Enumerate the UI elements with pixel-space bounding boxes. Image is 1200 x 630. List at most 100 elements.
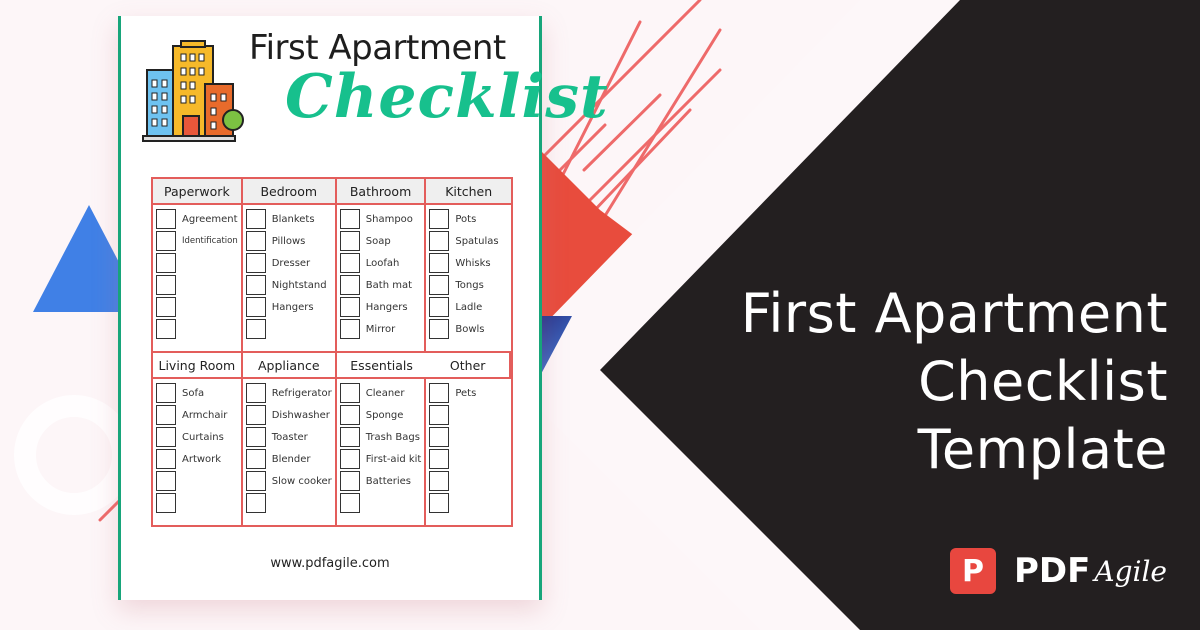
item-label: Sponge <box>365 409 404 421</box>
checkbox[interactable] <box>156 231 176 251</box>
section-items: Shampoo Soap Loofah Bath mat Hangers Mirror <box>337 205 427 351</box>
checkbox[interactable] <box>429 275 450 295</box>
checklist-item: Toaster <box>245 426 332 448</box>
checkbox[interactable] <box>429 319 450 339</box>
item-label: Mirror <box>365 323 396 335</box>
checklist-item: Refrigerator <box>245 382 332 404</box>
checkbox[interactable] <box>339 493 360 513</box>
checklist-item: Pots <box>429 208 508 230</box>
checkbox[interactable] <box>339 275 360 295</box>
checklist-item <box>429 426 508 448</box>
checkbox[interactable] <box>156 493 176 513</box>
checklist-item: Blankets <box>245 208 332 230</box>
item-label: Whisks <box>455 257 491 269</box>
checkbox[interactable] <box>339 405 360 425</box>
section-items: Pets <box>426 379 511 525</box>
checklist-item: Blender <box>245 448 332 470</box>
checkbox[interactable] <box>245 297 266 317</box>
item-label: Blender <box>271 453 311 465</box>
checkbox[interactable] <box>156 427 176 447</box>
brand-logo[interactable]: P PDF Agile <box>950 548 1167 594</box>
checklist-item <box>156 252 238 274</box>
checkbox[interactable] <box>429 253 450 273</box>
section-heading: Paperwork <box>153 179 243 205</box>
pdfagile-logo-icon: P <box>950 548 996 594</box>
checkbox[interactable] <box>245 427 266 447</box>
checklist-item: Agreement <box>156 208 238 230</box>
checklist-item: Soap <box>339 230 422 252</box>
item-label: Pillows <box>271 235 306 247</box>
brand-name-script: Agile <box>1094 554 1167 588</box>
checkbox[interactable] <box>339 383 360 403</box>
checkbox[interactable] <box>339 319 360 339</box>
checklist-item <box>339 492 422 514</box>
checkbox[interactable] <box>245 253 266 273</box>
checklist-item: First-aid kit <box>339 448 422 470</box>
checkbox[interactable] <box>245 209 266 229</box>
checklist-item: Bowls <box>429 318 508 340</box>
checkbox[interactable] <box>429 449 450 469</box>
checkbox[interactable] <box>156 405 176 425</box>
item-label: First-aid kit <box>365 453 422 465</box>
checkbox[interactable] <box>245 471 266 491</box>
checkbox[interactable] <box>339 209 360 229</box>
item-label: Hangers <box>365 301 408 313</box>
checklist-item: Curtains <box>156 426 238 448</box>
checkbox[interactable] <box>156 209 176 229</box>
checkbox[interactable] <box>156 471 176 491</box>
checklist-item <box>156 492 238 514</box>
checklist-item: Tongs <box>429 274 508 296</box>
section-items: Agreement Identification <box>153 205 243 351</box>
checkbox[interactable] <box>156 297 176 317</box>
checkbox[interactable] <box>429 427 450 447</box>
checkbox[interactable] <box>156 383 176 403</box>
checkbox[interactable] <box>245 319 266 339</box>
brand-name-bold: PDF <box>1014 551 1091 591</box>
checkbox[interactable] <box>245 405 266 425</box>
checklist-item <box>429 448 508 470</box>
checkbox[interactable] <box>339 449 360 469</box>
checkbox[interactable] <box>429 383 450 403</box>
checklist-item: Shampoo <box>339 208 422 230</box>
checklist-item: Loofah <box>339 252 422 274</box>
checklist-item: Batteries <box>339 470 422 492</box>
checkbox[interactable] <box>339 231 360 251</box>
section-heading: Appliance <box>242 353 337 379</box>
checkbox[interactable] <box>339 297 360 317</box>
checklist-item <box>156 470 238 492</box>
checklist-item: Armchair <box>156 404 238 426</box>
checkbox[interactable] <box>245 383 266 403</box>
section-items: Refrigerator Dishwasher Toaster Blender Slow… <box>243 379 337 525</box>
hero-title: First Apartment Checklist Template <box>741 280 1168 484</box>
checkbox[interactable] <box>339 471 360 491</box>
hero-line: Checklist <box>918 350 1168 413</box>
checkbox[interactable] <box>429 231 450 251</box>
checkbox[interactable] <box>156 275 176 295</box>
checkbox[interactable] <box>429 471 450 491</box>
checkbox[interactable] <box>339 427 360 447</box>
item-label: Pets <box>455 387 477 399</box>
checkbox[interactable] <box>429 297 450 317</box>
checkbox[interactable] <box>429 209 450 229</box>
checklist-item: Sponge <box>339 404 422 426</box>
checklist-item: Ladle <box>429 296 508 318</box>
checkbox[interactable] <box>156 253 176 273</box>
checklist-item <box>245 318 332 340</box>
item-label: Bowls <box>455 323 485 335</box>
checkbox[interactable] <box>245 275 266 295</box>
checkbox[interactable] <box>156 319 176 339</box>
checklist-item: Pets <box>429 382 508 404</box>
checkbox[interactable] <box>245 449 266 469</box>
item-label: Trash Bags <box>365 431 420 443</box>
item-label: Ladle <box>455 301 483 313</box>
checkbox[interactable] <box>339 253 360 273</box>
section-items: Pots Spatulas Whisks Tongs Ladle Bowls <box>426 205 511 351</box>
checkbox[interactable] <box>429 493 450 513</box>
checkbox[interactable] <box>245 231 266 251</box>
checkbox[interactable] <box>429 405 450 425</box>
footer-url[interactable]: www.pdfagile.com <box>121 556 539 571</box>
checkbox[interactable] <box>156 449 176 469</box>
item-label: Pots <box>455 213 477 225</box>
checklist-item: Nightstand <box>245 274 332 296</box>
checkbox[interactable] <box>245 493 266 513</box>
